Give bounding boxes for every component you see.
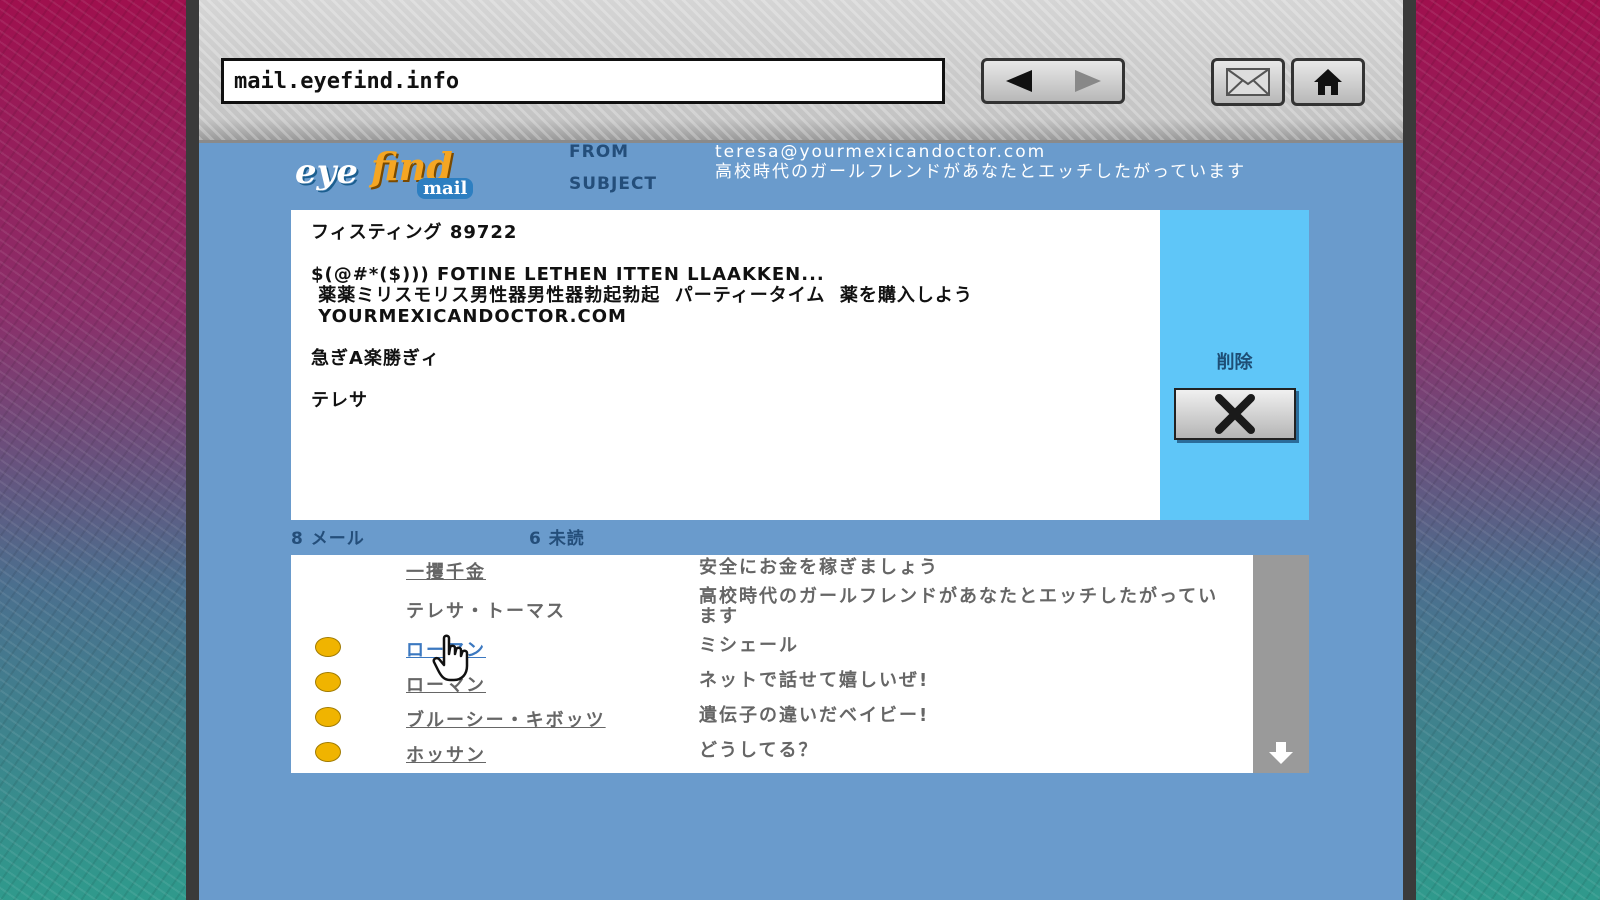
logo-eye: eye (295, 152, 359, 192)
message-body: フィスティング 89722 $(@#*($))) FOTINE LETHEN I… (291, 210, 1160, 520)
message-signature: テレサ (311, 390, 368, 411)
unread-indicator-icon (315, 707, 341, 727)
inbox-scrollbar[interactable] (1253, 555, 1309, 773)
unread-indicator-icon (315, 742, 341, 762)
inbox-sender[interactable]: ホッサン (406, 741, 486, 767)
browser-toolbar: mail.eyefind.info (199, 0, 1403, 143)
delete-label: 削除 (1216, 352, 1253, 373)
from-value: teresa@yourmexicandoctor.com (715, 142, 1047, 162)
mail-count: 8 メール (291, 529, 365, 549)
back-forward-buttons[interactable] (981, 58, 1125, 104)
mail-button[interactable] (1211, 58, 1285, 106)
home-icon (1314, 69, 1342, 95)
scroll-down-arrow-icon[interactable] (1267, 741, 1295, 765)
inbox-subject: どうしてる？ (699, 740, 819, 761)
subject-label: SUBJECT (569, 174, 658, 194)
unread-indicator-icon (315, 672, 341, 692)
message-line: フィスティング 89722 (311, 222, 518, 243)
message-line: YOURMEXICANDOCTOR.COM (311, 306, 627, 327)
hand-cursor-icon (432, 634, 469, 682)
unread-indicator-icon (315, 637, 341, 657)
eyefind-mail-logo: eye find mail (291, 144, 474, 208)
inbox-subject: ネットで話せて嬉しいぜ! (699, 670, 930, 691)
message-line: 急ぎA楽勝ぎィ (311, 348, 440, 369)
home-button[interactable] (1291, 58, 1365, 106)
inbox-subject: 安全にお金を稼ぎましょう (699, 557, 939, 578)
back-arrow-icon[interactable] (1005, 70, 1032, 92)
inbox-sender[interactable]: ブルーシー・キボッツ (406, 706, 606, 732)
message-line: 薬薬ミリスモリス男性器男性器勃起勃起 パーティータイム 薬を購入しよう (311, 285, 973, 306)
message-actions-panel: 削除 (1160, 210, 1309, 520)
subject-value: 高校時代のガールフレンドがあなたとエッチしたがっています (715, 162, 1247, 182)
inbox-sender[interactable]: テレサ・トーマス (406, 597, 566, 623)
inbox-sender[interactable]: 一攫千金 (406, 558, 486, 584)
inbox-subject: 高校時代のガールフレンドがあなたとエッチしたがっています (699, 586, 1219, 627)
unread-count: 6 未読 (529, 529, 585, 549)
inbox-subject: 遺伝子の違いだベイビー! (699, 705, 930, 726)
delete-button[interactable] (1174, 388, 1296, 440)
envelope-icon (1226, 68, 1270, 96)
address-bar[interactable]: mail.eyefind.info (221, 58, 945, 104)
message-line: $(@#*($))) FOTINE LETHEN ITTEN LLAAKKEN.… (311, 264, 825, 285)
from-label: FROM (569, 142, 630, 162)
forward-arrow-icon[interactable] (1074, 70, 1101, 92)
inbox-subject: ミシェール (699, 635, 799, 656)
logo-mail: mail (417, 178, 474, 199)
close-icon (1215, 394, 1255, 434)
browser-window: mail.eyefind.info eye find mail FROM SUB… (199, 0, 1403, 900)
